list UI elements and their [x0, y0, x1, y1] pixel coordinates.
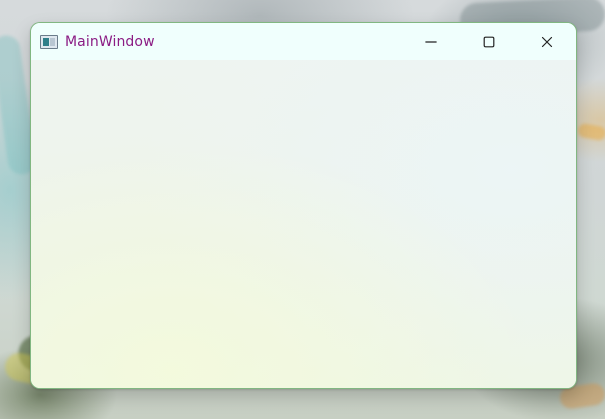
- close-button[interactable]: [518, 23, 576, 60]
- maximize-icon: [482, 35, 496, 49]
- minimize-icon: [424, 35, 438, 49]
- maximize-button[interactable]: [460, 23, 518, 60]
- window-controls: [402, 23, 576, 60]
- minimize-button[interactable]: [402, 23, 460, 60]
- close-icon: [540, 35, 554, 49]
- window-client-area: [31, 60, 576, 388]
- window-titlebar[interactable]: MainWindow: [31, 23, 576, 60]
- window-title: MainWindow: [65, 33, 155, 50]
- desktop-wallpaper: MainWindow: [0, 0, 605, 419]
- app-window-icon: [40, 34, 58, 49]
- main-window[interactable]: MainWindow: [30, 22, 577, 389]
- wallpaper-shape: [576, 122, 605, 142]
